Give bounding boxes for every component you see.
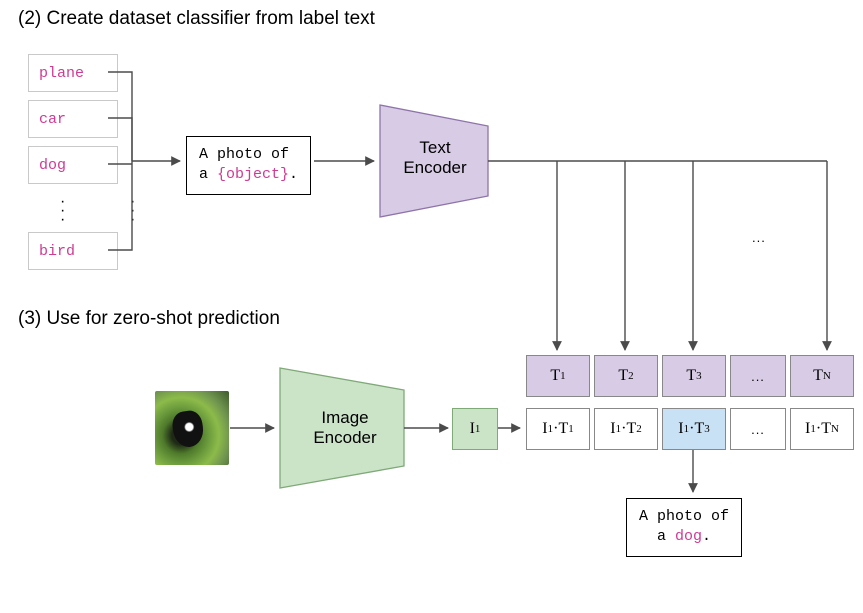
similarity-i1-t1: I1·T1: [526, 408, 590, 450]
branch-ellipsis: ...: [752, 230, 766, 245]
text-embedding-t2: T2: [594, 355, 658, 397]
class-label-dog: dog: [28, 146, 118, 184]
input-image: [155, 391, 229, 465]
connector-ellipsis: ···: [130, 198, 135, 224]
class-label-plane: plane: [28, 54, 118, 92]
template-line2-suffix: .: [289, 166, 298, 183]
class-label-ellipsis: ···: [60, 198, 65, 224]
text-embedding-tn: TN: [790, 355, 854, 397]
text-encoder-label: Text Encoder: [395, 138, 475, 178]
output-line1: A photo of: [639, 508, 729, 525]
text-embedding-t1: T1: [526, 355, 590, 397]
template-object-token: {object}: [217, 166, 289, 183]
text-embedding-ellipsis: ...: [730, 355, 786, 397]
similarity-i1-t3: I1·T3: [662, 408, 726, 450]
image-embedding-i1: I1: [452, 408, 498, 450]
step3-heading: (3) Use for zero-shot prediction: [18, 308, 280, 330]
similarity-ellipsis: ...: [730, 408, 786, 450]
similarity-i1-t2: I1·T2: [594, 408, 658, 450]
prediction-output-box: A photo of a dog.: [626, 498, 742, 557]
text-embedding-t3: T3: [662, 355, 726, 397]
text-encoder-shape: [380, 105, 488, 217]
step2-heading: (2) Create dataset classifier from label…: [18, 8, 375, 30]
similarity-i1-tn: I1·TN: [790, 408, 854, 450]
image-encoder-shape: [280, 368, 404, 488]
template-line1: A photo of: [199, 146, 289, 163]
image-encoder-label: Image Encoder: [300, 408, 390, 448]
class-label-car: car: [28, 100, 118, 138]
class-label-bird: bird: [28, 232, 118, 270]
output-line2-prefix: a: [657, 528, 675, 545]
output-predicted-class: dog: [675, 528, 702, 545]
output-line2-suffix: .: [702, 528, 711, 545]
template-line2-prefix: a: [199, 166, 217, 183]
prompt-template-box: A photo of a {object}.: [186, 136, 311, 195]
